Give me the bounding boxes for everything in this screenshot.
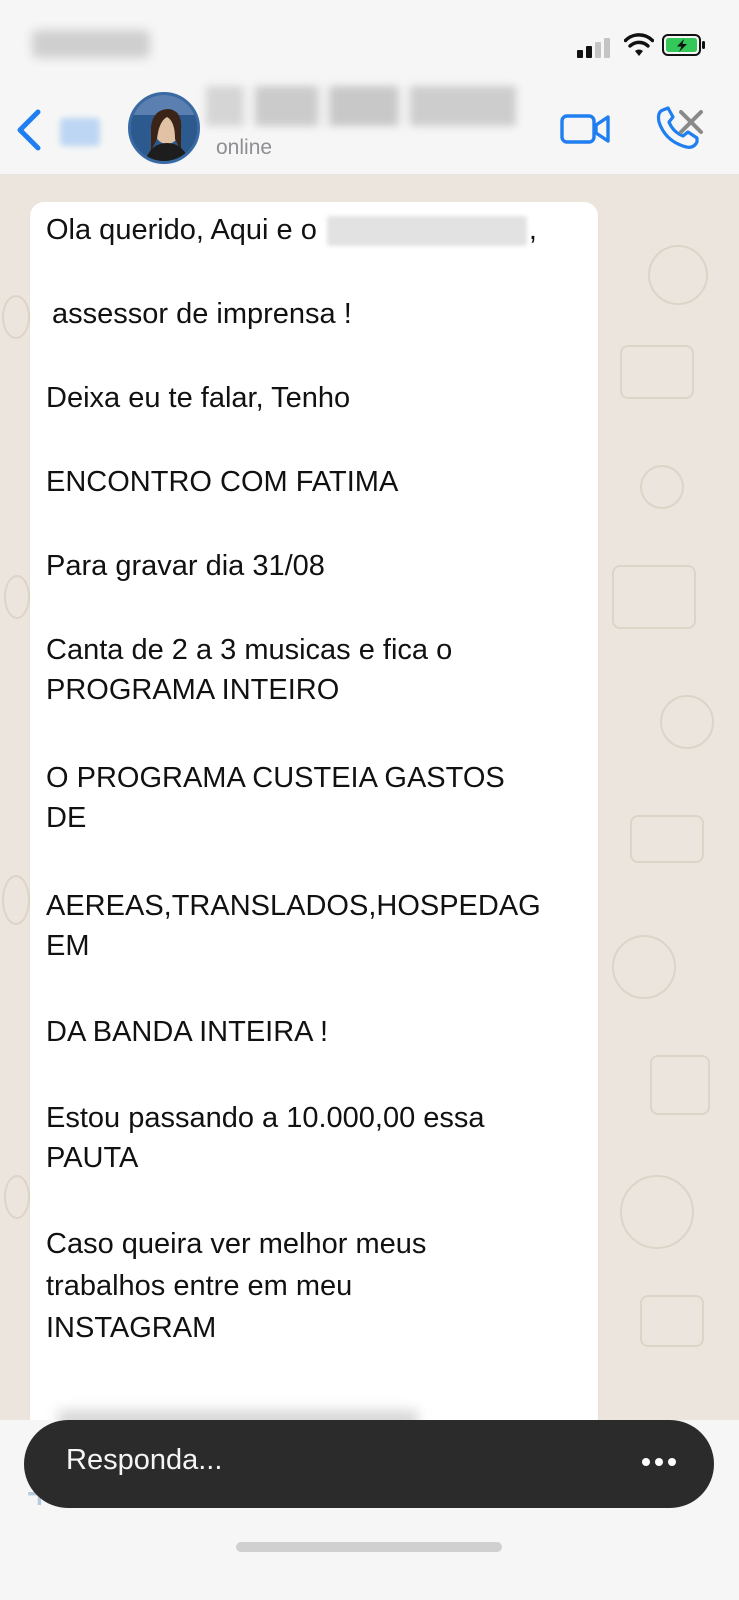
close-icon (679, 110, 703, 134)
message-line: AEREAS,TRANSLADOS,HOSPEDAG (46, 890, 541, 922)
ellipsis-icon[interactable] (642, 1458, 682, 1470)
message-line: trabalhos entre em meu (46, 1270, 353, 1302)
contact-status: online (216, 136, 273, 159)
wifi-icon (624, 33, 654, 56)
message-line: Estou passando a 10.000,00 essa (46, 1102, 485, 1134)
message-line: Deixa eu te falar, Tenho (46, 382, 351, 414)
chevron-left-icon (17, 109, 41, 151)
cellular-signal-icon (577, 36, 613, 58)
status-clock-redacted (32, 30, 150, 58)
message-line: assessor de imprensa ! (52, 298, 352, 330)
status-bar (0, 0, 739, 86)
redacted-name (326, 216, 527, 247)
avatar-photo (131, 95, 197, 161)
reply-input[interactable]: Responda... (66, 1444, 222, 1477)
message-line: INSTAGRAM (46, 1312, 217, 1344)
message-line: Ola querido, Aqui e o , (46, 214, 537, 247)
contact-name-redacted[interactable] (206, 86, 516, 126)
back-button[interactable] (14, 108, 100, 152)
battery-charging-icon (662, 34, 705, 56)
message-line: ENCONTRO COM FATIMA (46, 466, 399, 498)
message-line: PAUTA (46, 1142, 139, 1174)
message-line: Para gravar dia 31/08 (46, 550, 325, 582)
chat-header: online (0, 86, 739, 175)
message-line: PROGRAMA INTEIRO (46, 674, 340, 706)
message-line: Canta de 2 a 3 musicas e fica o (46, 634, 453, 666)
home-indicator (236, 1542, 502, 1552)
incoming-message-bubble[interactable]: Ola querido, Aqui e o , assessor de impr… (30, 202, 598, 1432)
message-line: Caso queira ver melhor meus (46, 1228, 427, 1260)
message-line: DA BANDA INTEIRA ! (46, 1016, 329, 1048)
unread-count-redacted (60, 118, 100, 146)
message-line: EM (46, 930, 90, 962)
voice-call-button[interactable] (653, 102, 705, 154)
video-call-button[interactable] (560, 108, 612, 148)
contact-avatar[interactable] (128, 92, 200, 164)
message-line: O PROGRAMA CUSTEIA GASTOS (46, 762, 505, 794)
quick-reply-bar[interactable]: Responda... (24, 1420, 714, 1508)
message-line: DE (46, 802, 87, 834)
